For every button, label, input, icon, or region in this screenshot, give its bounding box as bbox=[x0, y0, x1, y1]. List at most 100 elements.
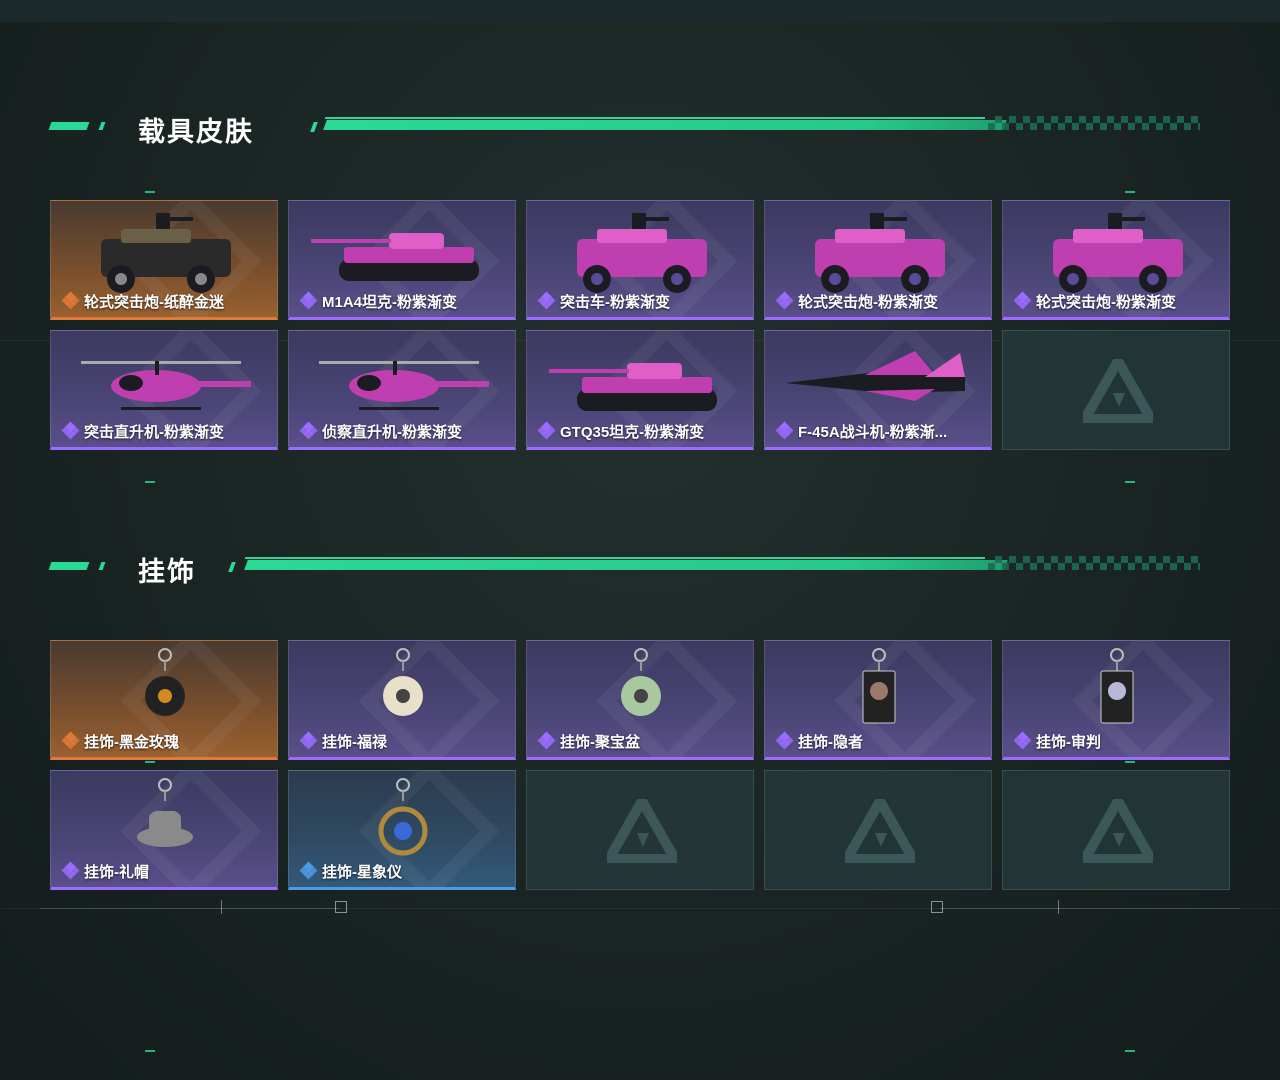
rarity-purple-icon bbox=[775, 291, 794, 310]
assault-vehicle-icon bbox=[577, 213, 707, 293]
header-accent-tick bbox=[310, 122, 318, 132]
item-label-row: 突击直升机-粉紫渐变 bbox=[61, 421, 224, 441]
empty-slot-logo-icon bbox=[607, 799, 677, 863]
item-card[interactable]: F-45A战斗机-粉紫渐... bbox=[764, 330, 992, 450]
item-card[interactable]: 突击车-粉紫渐变 bbox=[526, 200, 754, 320]
tank-icon bbox=[549, 363, 717, 411]
item-label-row: 挂饰-黑金玫瑰 bbox=[61, 731, 179, 751]
item-label-row: F-45A战斗机-粉紫渐... bbox=[775, 421, 947, 441]
item-name: 侦察直升机-粉紫渐变 bbox=[322, 423, 462, 441]
rarity-purple-icon bbox=[1013, 291, 1032, 310]
rarity-purple-icon bbox=[299, 731, 318, 750]
rarity-purple-icon bbox=[537, 731, 556, 750]
corner-marker bbox=[1125, 761, 1135, 763]
item-name: 挂饰-福禄 bbox=[322, 733, 387, 751]
item-label-row: 轮式突击炮-粉紫渐变 bbox=[1013, 291, 1176, 311]
panda-charm-icon bbox=[383, 648, 423, 716]
empty-slot bbox=[526, 770, 754, 890]
rarity-orange-icon bbox=[61, 731, 80, 750]
item-card[interactable]: 轮式突击炮-粉紫渐变 bbox=[764, 200, 992, 320]
empty-slot-logo-icon bbox=[845, 799, 915, 863]
item-card[interactable]: GTQ35坦克-粉紫渐变 bbox=[526, 330, 754, 450]
item-card[interactable]: 轮式突击炮-纸醉金迷 bbox=[50, 200, 278, 320]
header-thin-line bbox=[245, 557, 985, 559]
treasure-bowl-charm-icon bbox=[621, 648, 661, 716]
item-name: 轮式突击炮-粉紫渐变 bbox=[798, 293, 938, 311]
ruler-line bbox=[940, 908, 1240, 909]
item-name: 挂饰-星象仪 bbox=[322, 863, 402, 881]
item-label-row: 挂饰-审判 bbox=[1013, 731, 1101, 751]
item-name: 挂饰-聚宝盆 bbox=[560, 733, 640, 751]
item-label-row: 挂饰-礼帽 bbox=[61, 861, 149, 881]
corner-marker bbox=[1125, 1050, 1135, 1052]
hat-charm-icon bbox=[137, 778, 193, 847]
header-accent-dash bbox=[98, 122, 106, 130]
empty-slot bbox=[1002, 770, 1230, 890]
item-name: 挂饰-礼帽 bbox=[84, 863, 149, 881]
item-name: GTQ35坦克-粉紫渐变 bbox=[560, 423, 705, 441]
item-card[interactable]: 侦察直升机-粉紫渐变 bbox=[288, 330, 516, 450]
rarity-purple-icon bbox=[537, 421, 556, 440]
empty-slot-logo-icon bbox=[1083, 799, 1153, 863]
item-label-row: 挂饰-星象仪 bbox=[299, 861, 402, 881]
corner-marker bbox=[145, 481, 155, 483]
section-title-charms: 挂饰 bbox=[138, 557, 196, 587]
item-name: 轮式突击炮-纸醉金迷 bbox=[84, 293, 224, 311]
item-card[interactable]: 挂饰-星象仪 bbox=[288, 770, 516, 890]
header-accent-tick bbox=[228, 562, 236, 572]
empty-slot-logo-icon bbox=[1083, 359, 1153, 423]
item-label-row: 侦察直升机-粉紫渐变 bbox=[299, 421, 462, 441]
astrolabe-charm-icon bbox=[378, 778, 428, 856]
ruler-tick bbox=[1058, 900, 1059, 914]
tank-icon bbox=[311, 233, 479, 281]
rarity-purple-icon bbox=[537, 291, 556, 310]
item-card[interactable]: 挂饰-隐者 bbox=[764, 640, 992, 760]
item-card[interactable]: 挂饰-聚宝盆 bbox=[526, 640, 754, 760]
corner-marker bbox=[1125, 481, 1135, 483]
corner-marker bbox=[145, 761, 155, 763]
rarity-purple-icon bbox=[61, 861, 80, 880]
ruler-square bbox=[335, 901, 347, 913]
armored-car-icon bbox=[815, 213, 945, 293]
item-card[interactable]: 轮式突击炮-粉紫渐变 bbox=[1002, 200, 1230, 320]
judgement-card-charm-icon bbox=[1100, 648, 1134, 724]
rarity-purple-icon bbox=[775, 421, 794, 440]
rarity-purple-icon bbox=[61, 421, 80, 440]
item-name: 突击直升机-粉紫渐变 bbox=[84, 423, 224, 441]
item-name: 挂饰-审判 bbox=[1036, 733, 1101, 751]
item-card[interactable]: 挂饰-福禄 bbox=[288, 640, 516, 760]
rarity-purple-icon bbox=[299, 421, 318, 440]
rarity-purple-icon bbox=[1013, 731, 1032, 750]
header-accent-bar bbox=[244, 560, 1008, 570]
header-checker-pattern bbox=[988, 556, 1200, 570]
item-label-row: 挂饰-福禄 bbox=[299, 731, 387, 751]
section-title-vehicle-skins: 载具皮肤 bbox=[138, 117, 254, 147]
attack-helicopter-icon bbox=[81, 361, 251, 410]
item-card[interactable]: 挂饰-审判 bbox=[1002, 640, 1230, 760]
item-card[interactable]: 挂饰-黑金玫瑰 bbox=[50, 640, 278, 760]
item-label-row: 轮式突击炮-纸醉金迷 bbox=[61, 291, 224, 311]
header-accent-bar bbox=[323, 120, 1007, 130]
header-accent-dash bbox=[48, 562, 90, 570]
item-label-row: 突击车-粉紫渐变 bbox=[537, 291, 670, 311]
item-label-row: 挂饰-隐者 bbox=[775, 731, 863, 751]
rarity-purple-icon bbox=[299, 291, 318, 310]
header-checker-pattern bbox=[988, 116, 1200, 130]
item-card[interactable]: 突击直升机-粉紫渐变 bbox=[50, 330, 278, 450]
corner-marker bbox=[1125, 191, 1135, 193]
item-name: 轮式突击炮-粉紫渐变 bbox=[1036, 293, 1176, 311]
footer-ruler bbox=[0, 900, 1280, 920]
item-name: 挂饰-隐者 bbox=[798, 733, 863, 751]
fighter-jet-icon bbox=[785, 351, 965, 401]
empty-slot bbox=[1002, 330, 1230, 450]
item-card[interactable]: M1A4坦克-粉紫渐变 bbox=[288, 200, 516, 320]
section-header-charms: 挂饰 bbox=[48, 548, 1200, 588]
item-label-row: 挂饰-聚宝盆 bbox=[537, 731, 640, 751]
rarity-purple-icon bbox=[775, 731, 794, 750]
header-accent-dash bbox=[98, 562, 106, 570]
item-card[interactable]: 挂饰-礼帽 bbox=[50, 770, 278, 890]
ruler-tick bbox=[221, 900, 222, 914]
armored-car-icon bbox=[101, 213, 231, 293]
scout-helicopter-icon bbox=[319, 361, 489, 410]
ruler-line bbox=[40, 908, 340, 909]
